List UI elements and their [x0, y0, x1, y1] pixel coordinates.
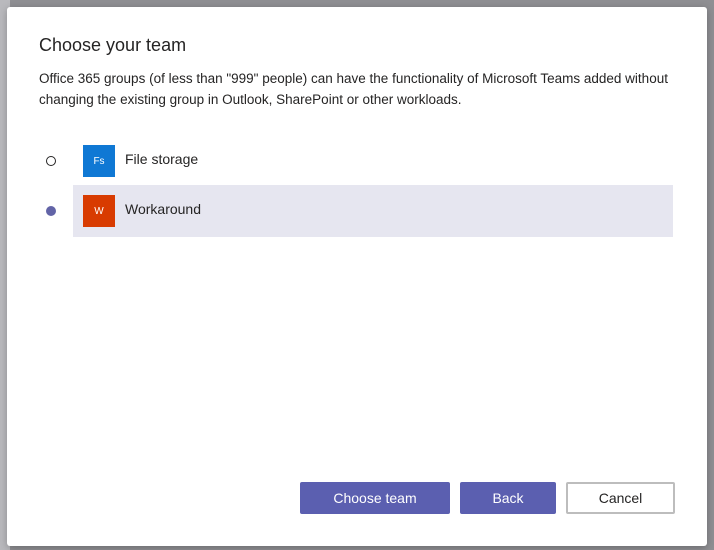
team-option-file-storage[interactable]: Fs File storage — [46, 135, 673, 187]
radio-unchecked[interactable] — [46, 156, 56, 166]
choose-team-button[interactable]: Choose team — [300, 482, 450, 514]
team-avatar-file-storage: Fs — [83, 145, 115, 177]
cancel-button[interactable]: Cancel — [566, 482, 675, 514]
team-name: Workaround — [125, 201, 202, 217]
choose-team-dialog: Choose your team Office 365 groups (of l… — [7, 7, 707, 546]
radio-checked[interactable] — [46, 206, 56, 216]
team-avatar-workaround: W — [83, 195, 115, 227]
team-name: File storage — [125, 151, 199, 167]
dialog-title: Choose your team — [39, 35, 187, 55]
back-button[interactable]: Back — [460, 482, 556, 514]
dialog-description: Office 365 groups (of less than "999" pe… — [39, 71, 668, 107]
team-option-workaround[interactable]: W Workaround — [46, 185, 673, 237]
